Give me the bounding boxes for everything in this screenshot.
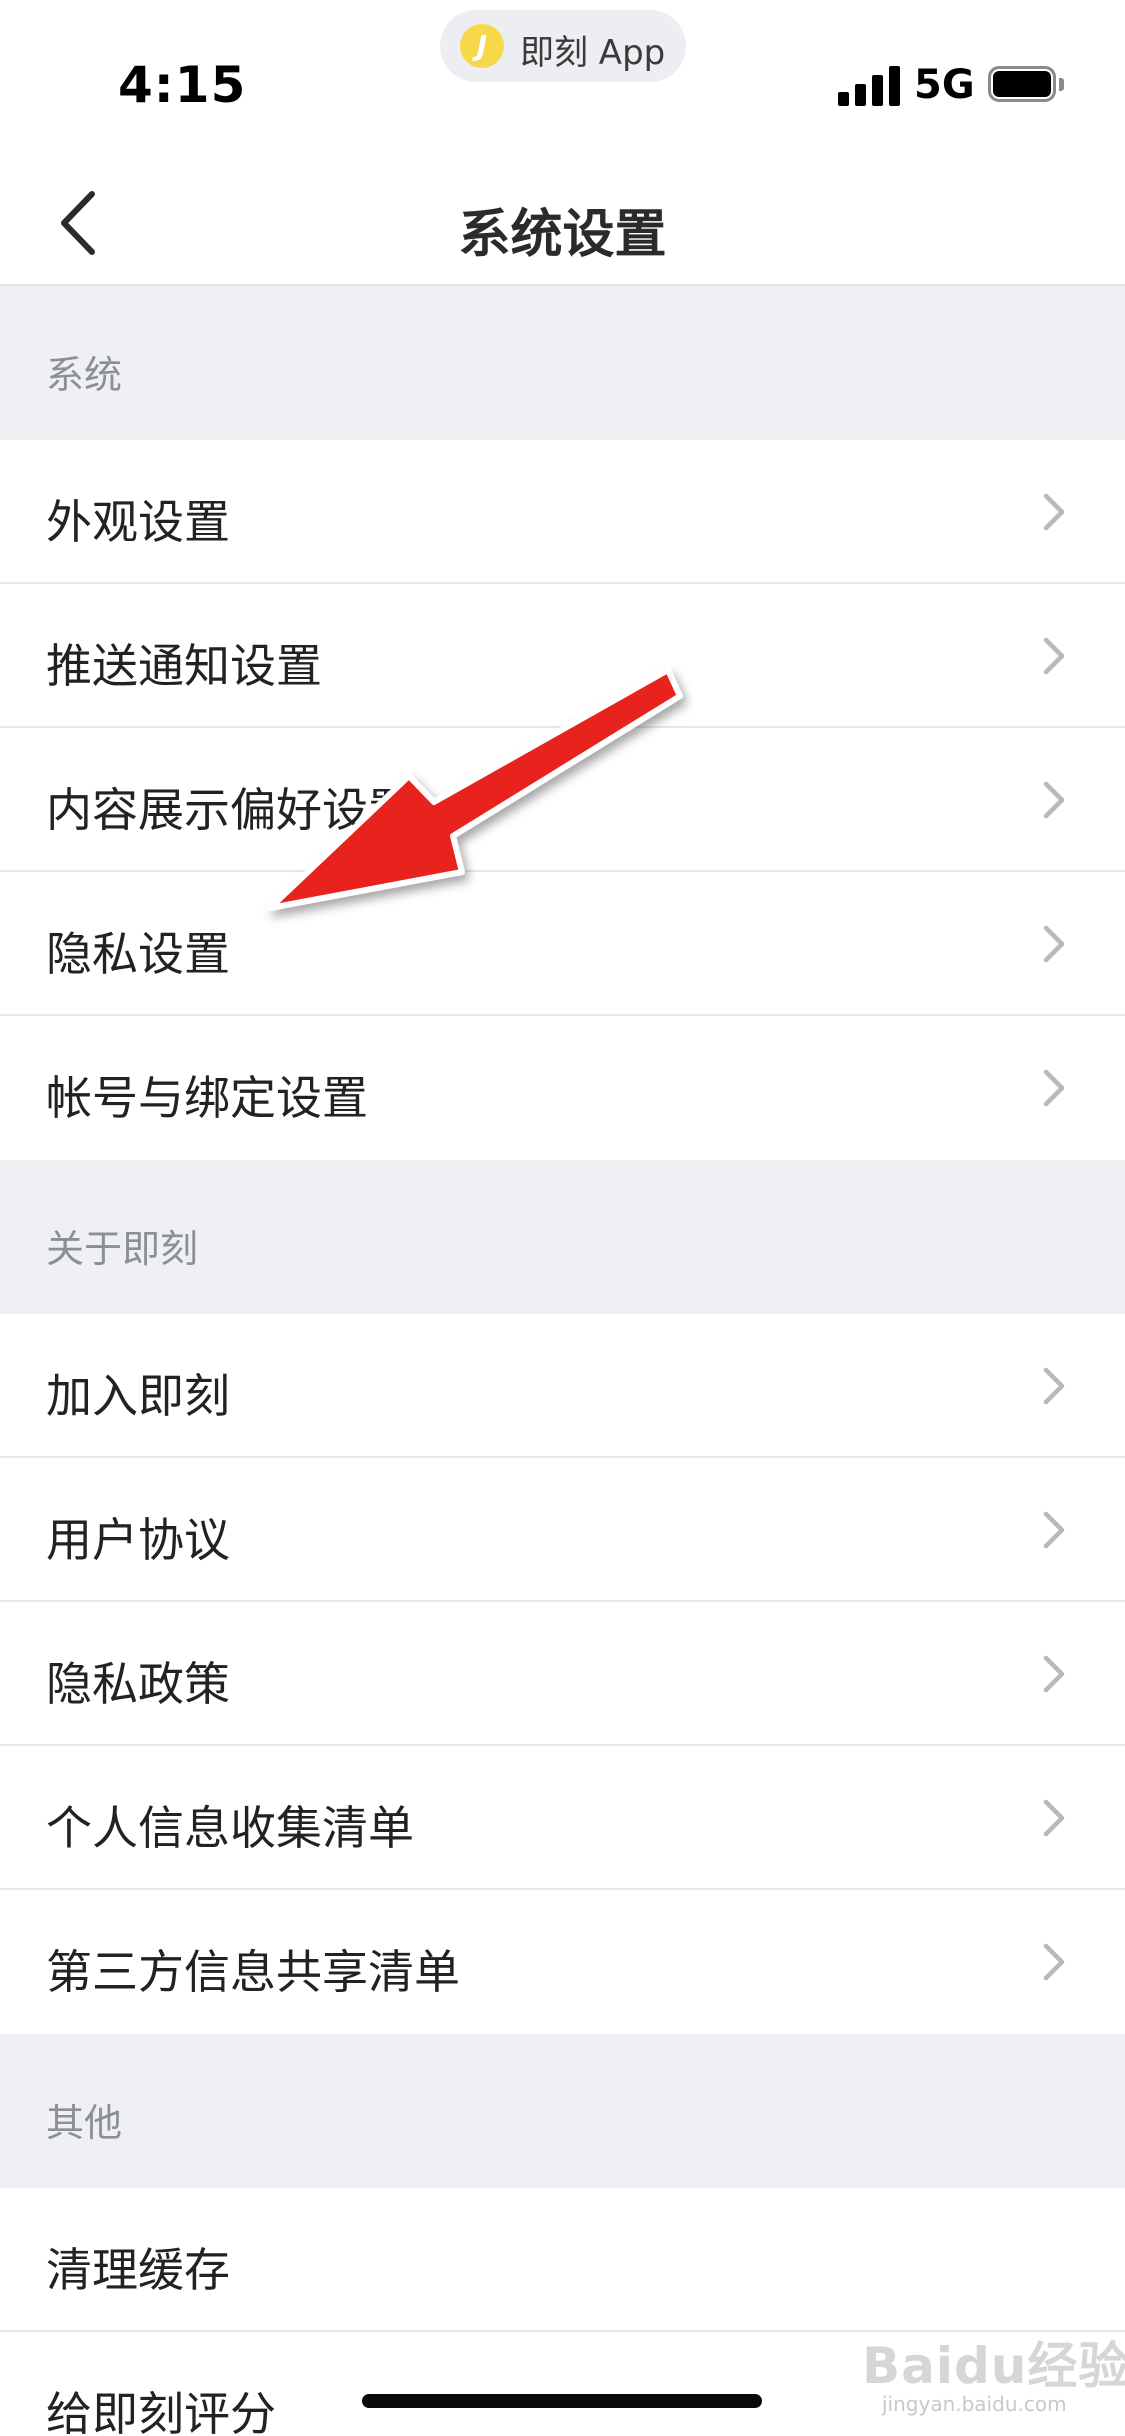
row-label: 加入即刻 <box>46 1369 230 1423</box>
settings-row-third-party-sharing[interactable]: 第三方信息共享清单 <box>0 1890 1125 2034</box>
chevron-right-icon <box>1043 1511 1065 1549</box>
baidu-watermark: Baidu经验 jingyan.baidu.com <box>862 2308 1125 2428</box>
row-label: 清理缓存 <box>46 2243 230 2297</box>
chevron-right-icon <box>1043 637 1065 675</box>
page-title: 系统设置 <box>458 205 667 265</box>
chevron-right-icon <box>1043 493 1065 531</box>
settings-row-appearance[interactable]: 外观设置 <box>0 440 1125 584</box>
network-type-label: 5G <box>914 62 975 108</box>
settings-row-privacy-policy[interactable]: 隐私政策 <box>0 1602 1125 1746</box>
row-label: 隐私设置 <box>46 927 230 981</box>
row-label: 用户协议 <box>46 1513 230 1567</box>
settings-row-privacy[interactable]: 隐私设置 <box>0 872 1125 1016</box>
status-time: 4:15 <box>118 56 247 114</box>
jike-app-icon: J <box>460 24 504 68</box>
settings-list: 系统 外观设置 推送通知设置 内容展示偏好设置 隐私设置 帐号与绑定设置 关于即… <box>0 286 1125 2436</box>
row-label: 内容展示偏好设置 <box>46 783 414 837</box>
section-header-other: 其他 <box>0 2034 1125 2188</box>
chevron-right-icon <box>1043 1069 1065 1107</box>
row-label: 推送通知设置 <box>46 639 322 693</box>
section-header-label: 关于即刻 <box>46 1227 199 1271</box>
settings-row-join-jike[interactable]: 加入即刻 <box>0 1314 1125 1458</box>
row-label: 帐号与绑定设置 <box>46 1071 368 1125</box>
row-label: 隐私政策 <box>46 1657 230 1711</box>
settings-row-push-notifications[interactable]: 推送通知设置 <box>0 584 1125 728</box>
watermark-text: Baidu经验 <box>862 2337 1125 2395</box>
chevron-right-icon <box>1043 1799 1065 1837</box>
section-header-system: 系统 <box>0 286 1125 440</box>
battery-icon <box>988 66 1068 106</box>
section-header-label: 其他 <box>46 2101 123 2145</box>
row-label: 外观设置 <box>46 495 230 549</box>
chevron-right-icon <box>1043 781 1065 819</box>
chevron-right-icon <box>1043 925 1065 963</box>
navigation-bar: 系统设置 <box>0 160 1125 286</box>
settings-page: 4:15 J 即刻 App 5G 系统设置 系统 外观设置 推送通知设置 内容展… <box>0 0 1125 2436</box>
section-header-label: 系统 <box>46 353 123 397</box>
row-label: 个人信息收集清单 <box>46 1801 414 1855</box>
home-indicator[interactable] <box>362 2394 762 2408</box>
app-indicator-label: 即刻 App <box>520 33 666 73</box>
cellular-signal-icon <box>838 64 900 106</box>
settings-row-user-agreement[interactable]: 用户协议 <box>0 1458 1125 1602</box>
app-indicator-pill[interactable]: J 即刻 App <box>440 10 686 82</box>
watermark-url: jingyan.baidu.com <box>882 2392 1067 2416</box>
row-label: 给即刻评分 <box>46 2387 276 2436</box>
chevron-right-icon <box>1043 1943 1065 1981</box>
settings-row-account-binding[interactable]: 帐号与绑定设置 <box>0 1016 1125 1160</box>
section-header-about: 关于即刻 <box>0 1160 1125 1314</box>
settings-row-personal-info-list[interactable]: 个人信息收集清单 <box>0 1746 1125 1890</box>
chevron-right-icon <box>1043 1367 1065 1405</box>
settings-row-content-preferences[interactable]: 内容展示偏好设置 <box>0 728 1125 872</box>
chevron-right-icon <box>1043 1655 1065 1693</box>
status-bar: 4:15 J 即刻 App 5G <box>0 0 1125 160</box>
row-label: 第三方信息共享清单 <box>46 1945 460 1999</box>
